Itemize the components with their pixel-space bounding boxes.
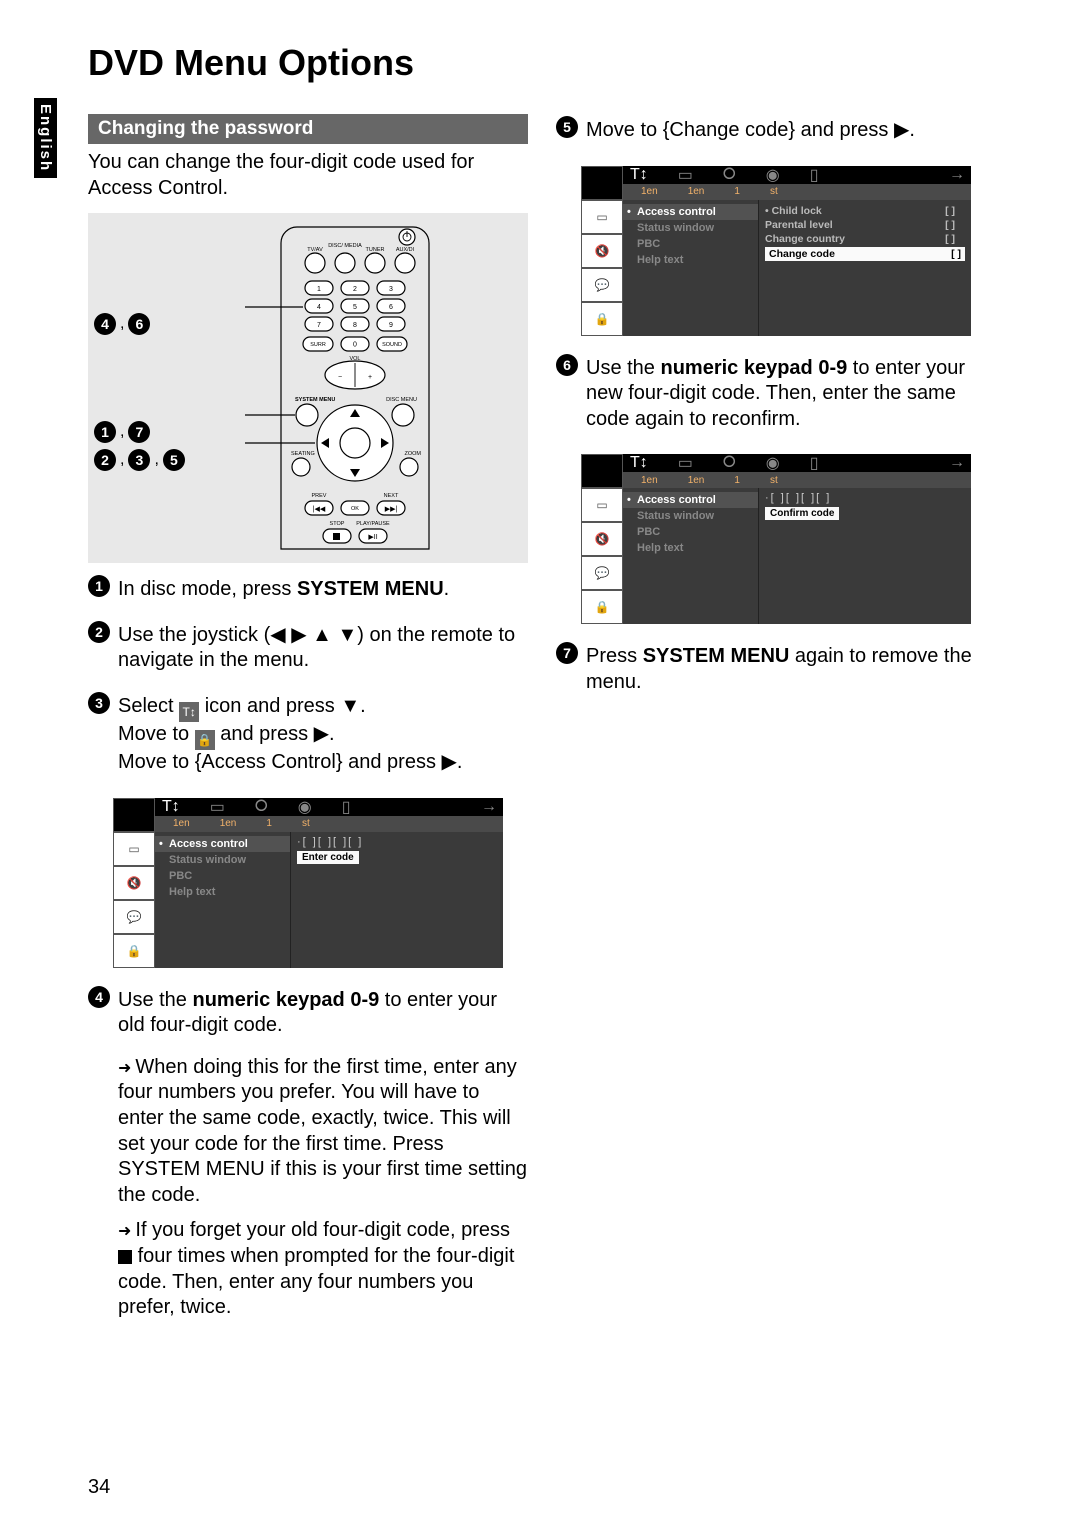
step-4-note-2: ➜If you forget your old four-digit code,… <box>88 1218 528 1320</box>
svg-text:ZOOM: ZOOM <box>405 451 422 457</box>
callout-1: 1 <box>94 421 116 443</box>
osd-tab-speech-icon: 💬 <box>113 900 155 934</box>
osd-tab-picture-icon: ▭ <box>581 200 623 234</box>
intro-text: You can change the four-digit code used … <box>88 150 528 201</box>
svg-text:TUNER: TUNER <box>366 247 385 253</box>
page-title: DVD Menu Options <box>88 42 1022 84</box>
svg-text:SYSTEM MENU: SYSTEM MENU <box>295 397 335 403</box>
svg-text:▶II: ▶II <box>369 534 378 541</box>
callout-7: 7 <box>128 421 150 443</box>
svg-text:STOP: STOP <box>330 521 345 527</box>
svg-text:2: 2 <box>354 286 358 293</box>
svg-text:+: + <box>368 374 372 381</box>
callout-6: 6 <box>128 313 150 335</box>
svg-text:DISC MENU: DISC MENU <box>387 397 418 403</box>
svg-text:3: 3 <box>390 286 394 293</box>
osd-tab-picture-icon: ▭ <box>581 488 623 522</box>
osd-head-settings-icon: T↕ <box>162 798 180 816</box>
right-column: 5 Move to {Change code} and press ▶. ▭ 🔇… <box>556 108 996 1331</box>
step-5: 5 Move to {Change code} and press ▶. <box>556 114 996 154</box>
stop-icon <box>118 1250 132 1264</box>
osd-tab-sound-icon: 🔇 <box>581 234 623 268</box>
osd-enter-code: ▭ 🔇 💬 🔒 T↕ ▭ ⭘ ◉ ▯ → 1en 1en 1 s <box>113 798 503 968</box>
svg-text:OK: OK <box>351 506 359 512</box>
callout-2: 2 <box>94 449 116 471</box>
step-4-note-1: ➜When doing this for the first time, ent… <box>88 1055 528 1209</box>
osd-head-arrow-icon: → <box>481 798 497 816</box>
step-number-2: 2 <box>88 621 110 643</box>
osd-tab-speech-icon: 💬 <box>581 556 623 590</box>
language-tab: English <box>34 98 57 178</box>
svg-text:AUX/DI: AUX/DI <box>396 247 415 253</box>
svg-text:6: 6 <box>390 304 394 311</box>
step-number-7: 7 <box>556 642 578 664</box>
svg-text:SEATING: SEATING <box>291 451 315 457</box>
svg-text:|◀◀: |◀◀ <box>313 506 326 513</box>
svg-text:9: 9 <box>390 322 394 329</box>
callout-5: 5 <box>163 449 185 471</box>
osd-head-disc-icon: ◉ <box>298 797 312 817</box>
step-7: 7 Press SYSTEM MENU again to remove the … <box>556 640 996 705</box>
osd-tab-speech-icon: 💬 <box>581 268 623 302</box>
svg-text:5: 5 <box>354 304 358 311</box>
step-number-3: 3 <box>88 692 110 714</box>
remote-control-svg: .ln{stroke:#000;stroke-width:1.2;fill:no… <box>245 223 465 553</box>
step-number-4: 4 <box>88 986 110 1008</box>
step-2: 2 Use the joystick (◀ ▶ ▲ ▼) on the remo… <box>88 619 528 684</box>
svg-text:SOUND: SOUND <box>383 342 403 348</box>
svg-text:4: 4 <box>318 304 322 311</box>
svg-text:DISC/ MEDIA: DISC/ MEDIA <box>329 243 363 249</box>
osd-tab-lock-icon: 🔒 <box>581 302 623 336</box>
arrow-icon: ➜ <box>118 1223 131 1240</box>
left-column: Changing the password You can change the… <box>88 108 528 1331</box>
svg-text:▶▶|: ▶▶| <box>385 506 398 513</box>
svg-text:PLAY/PAUSE: PLAY/PAUSE <box>357 521 391 527</box>
osd-tab-lock-icon: 🔒 <box>113 934 155 968</box>
osd-tab-sound-icon: 🔇 <box>113 866 155 900</box>
svg-text:0: 0 <box>354 342 358 349</box>
step-number-5: 5 <box>556 116 578 138</box>
osd-change-code: ▭ 🔇 💬 🔒 T↕▭ ⭘◉ ▯→ 1en 1en 1 st <box>581 166 971 336</box>
svg-text:7: 7 <box>318 322 322 329</box>
page-number: 34 <box>88 1476 110 1499</box>
osd-confirm-code: ▭ 🔇 💬 🔒 T↕▭ ⭘◉ ▯→ 1en 1en 1 st <box>581 454 971 624</box>
osd-head-screen-icon: ▭ <box>210 797 225 817</box>
svg-text:−: − <box>338 374 342 381</box>
svg-text:NEXT: NEXT <box>384 493 399 499</box>
osd-tab-picture-icon: ▭ <box>113 832 155 866</box>
svg-text:PREV: PREV <box>312 493 327 499</box>
remote-diagram: 4 , 6 1 , 7 2 , 3 , 5 <box>88 213 528 563</box>
callout-4: 4 <box>94 313 116 335</box>
step-3: 3 Select T↕ icon and press ▼. Move to 🔒 … <box>88 690 528 786</box>
step-6: 6 Use the numeric keypad 0-9 to enter yo… <box>556 352 996 443</box>
callout-3: 3 <box>128 449 150 471</box>
svg-text:8: 8 <box>354 322 358 329</box>
osd-tab-lock-icon: 🔒 <box>581 590 623 624</box>
svg-text:1: 1 <box>318 286 322 293</box>
osd-tab-sound-icon: 🔇 <box>581 522 623 556</box>
svg-text:SURR: SURR <box>311 342 327 348</box>
section-heading: Changing the password <box>88 114 528 144</box>
lock-icon: 🔒 <box>195 730 215 750</box>
arrow-icon: ➜ <box>118 1060 131 1077</box>
settings-icon: T↕ <box>179 702 199 722</box>
step-number-1: 1 <box>88 575 110 597</box>
svg-text:TV/AV: TV/AV <box>308 247 324 253</box>
osd-head-globe-icon: ⭘ <box>255 798 268 816</box>
osd-head-remote-icon: ▯ <box>342 797 351 817</box>
step-1: 1 In disc mode, press SYSTEM MENU. <box>88 573 528 613</box>
step-4: 4 Use the numeric keypad 0-9 to enter yo… <box>88 984 528 1049</box>
step-number-6: 6 <box>556 354 578 376</box>
